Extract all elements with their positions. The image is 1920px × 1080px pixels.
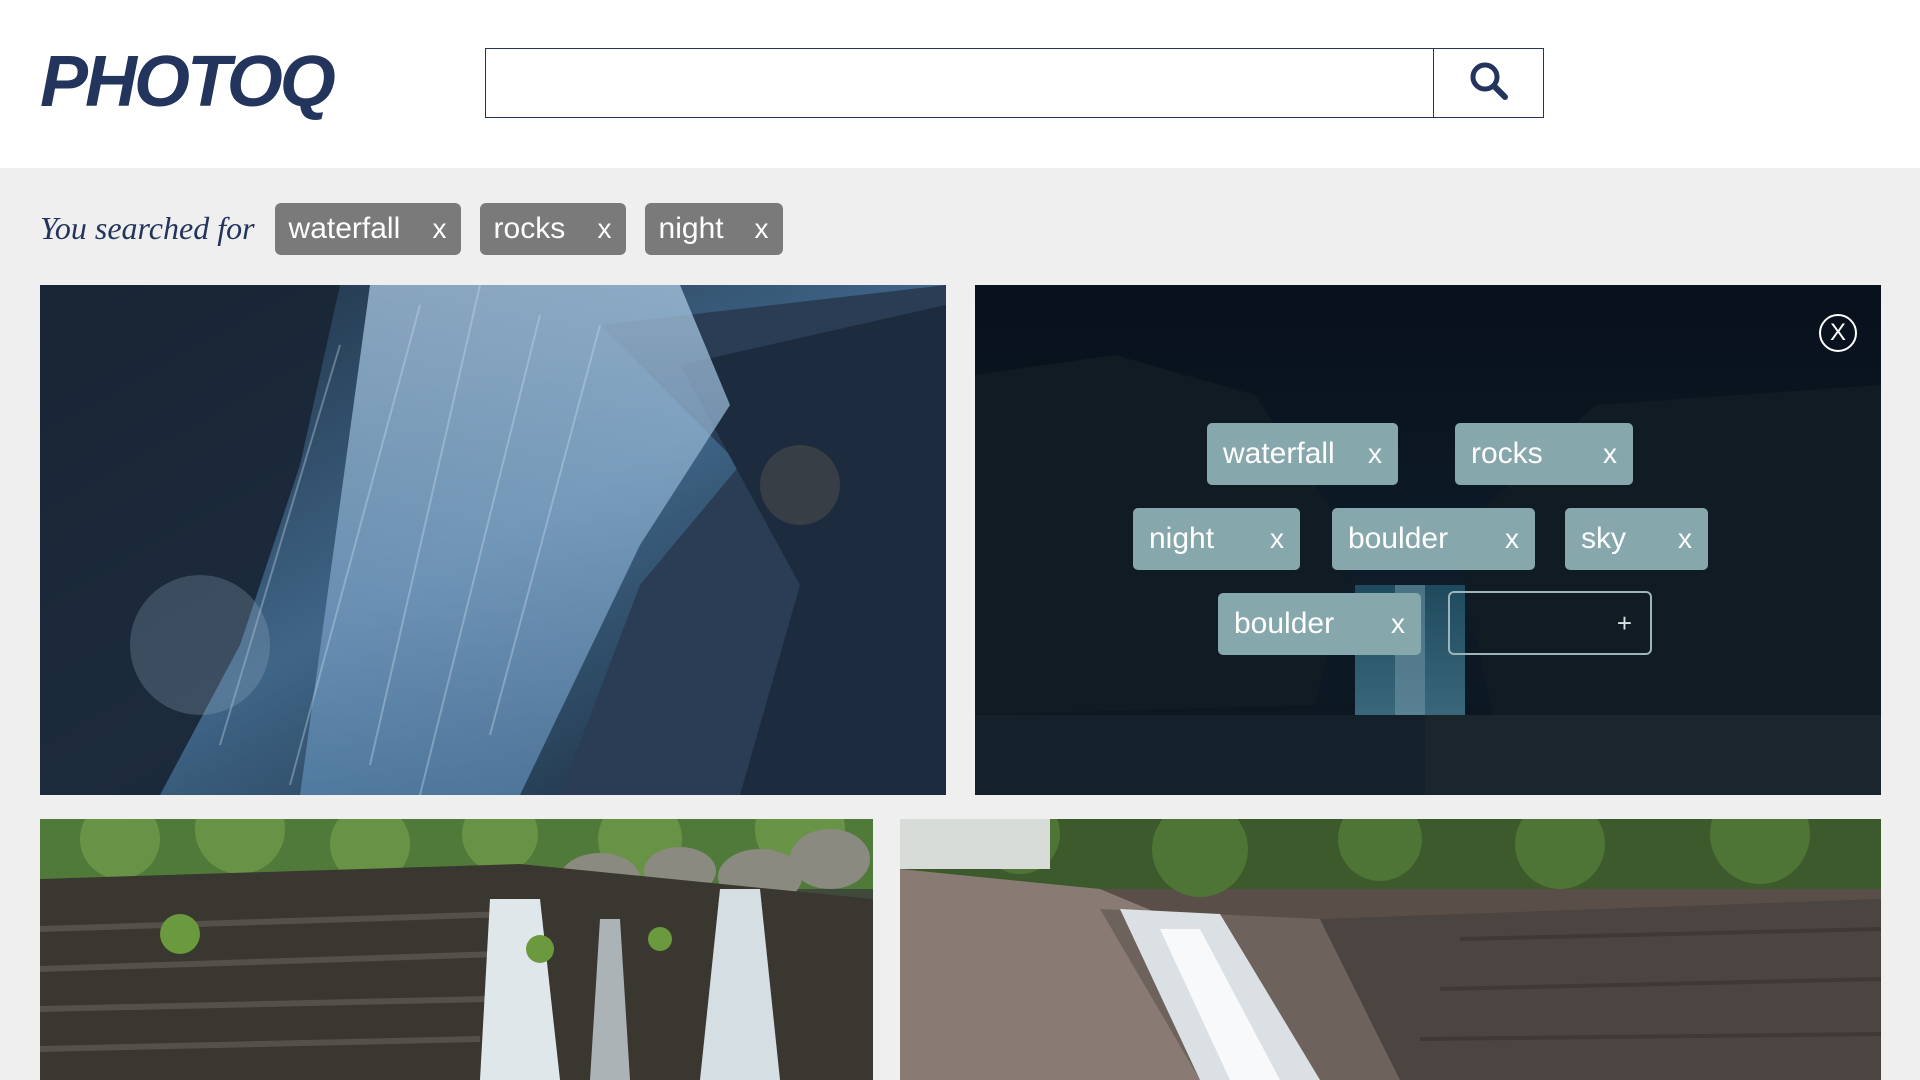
add-tag-input[interactable] <box>1460 601 1604 647</box>
tag-remove-button[interactable]: x <box>1391 608 1405 640</box>
search-icon <box>1468 60 1510 107</box>
tag-label: boulder <box>1234 607 1335 640</box>
chip-remove-button[interactable]: x <box>598 213 612 245</box>
tag-label: waterfall <box>1223 437 1335 470</box>
tag-sky: sky x <box>1565 508 1708 570</box>
close-tag-editor-button[interactable]: X <box>1819 314 1857 352</box>
tag-night: night x <box>1133 508 1300 570</box>
search-button[interactable] <box>1433 49 1543 117</box>
search-bar <box>485 48 1544 118</box>
chip-remove-button[interactable]: x <box>433 213 447 245</box>
app-logo[interactable]: PHOTOQ <box>40 36 336 128</box>
tag-boulder: boulder x <box>1332 508 1535 570</box>
tag-boulder-2: boulder x <box>1218 593 1421 655</box>
tag-remove-button[interactable]: x <box>1505 523 1519 555</box>
forest-cascade-photo[interactable] <box>40 819 873 1080</box>
chip-label: rocks <box>493 211 566 245</box>
tag-rocks: rocks x <box>1455 423 1633 485</box>
night-waterfall-photo[interactable]: X waterfall x rocks x night x boulder x … <box>975 285 1881 795</box>
add-tag-field: + <box>1448 591 1652 655</box>
chip-label: waterfall <box>288 211 401 245</box>
top-bar: PHOTOQ <box>0 0 1920 168</box>
tag-remove-button[interactable]: x <box>1603 438 1617 470</box>
tag-remove-button[interactable]: x <box>1270 523 1284 555</box>
tag-label: boulder <box>1348 522 1449 555</box>
tag-label: rocks <box>1471 437 1543 470</box>
add-tag-button[interactable]: + <box>1617 608 1632 639</box>
search-chip-rocks: rocks x <box>479 202 626 255</box>
searched-terms-row: You searched for waterfall x rocks x nig… <box>40 202 802 255</box>
tag-label: sky <box>1581 522 1626 555</box>
waterfall-closeup-photo[interactable] <box>40 285 946 795</box>
chip-label: night <box>658 211 724 245</box>
tag-label: night <box>1149 522 1215 555</box>
search-chip-waterfall: waterfall x <box>274 202 461 255</box>
rock-slide-waterfall-photo[interactable] <box>900 819 1881 1080</box>
tag-waterfall: waterfall x <box>1207 423 1398 485</box>
searched-label: You searched for <box>40 210 255 246</box>
tag-remove-button[interactable]: x <box>1368 438 1382 470</box>
tag-remove-button[interactable]: x <box>1678 523 1692 555</box>
chip-remove-button[interactable]: x <box>755 213 769 245</box>
search-chip-night: night x <box>644 202 783 255</box>
search-input[interactable] <box>486 49 1433 117</box>
